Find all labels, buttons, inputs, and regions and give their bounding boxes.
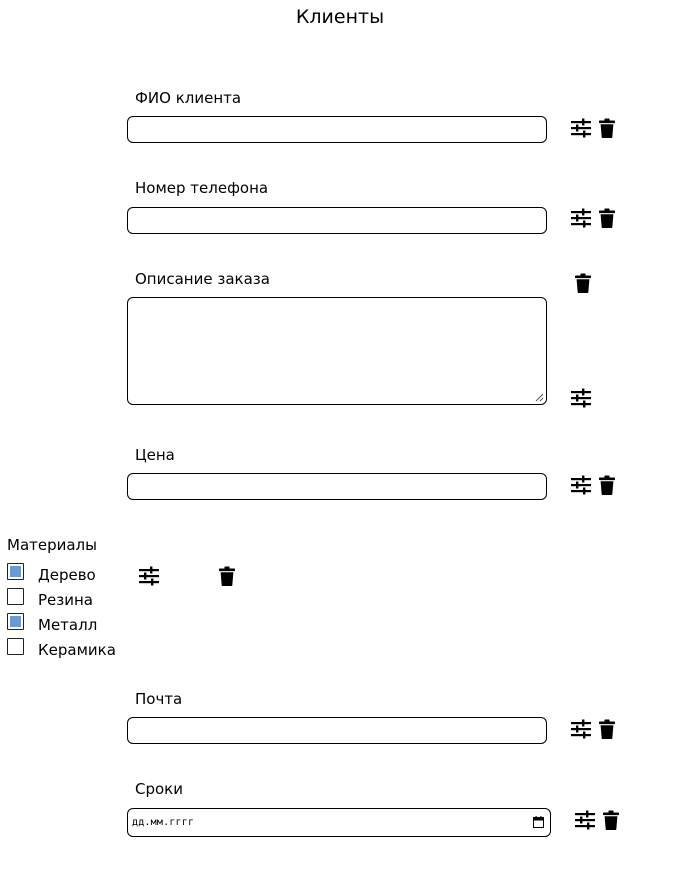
sliders-icon[interactable] — [574, 809, 596, 831]
email-label: Почта — [135, 690, 183, 708]
checkbox-rubber-label: Резина — [38, 591, 93, 609]
sliders-icon[interactable] — [570, 718, 592, 740]
resize-grip-icon[interactable] — [535, 393, 544, 402]
trash-icon[interactable] — [600, 809, 622, 831]
phone-input[interactable] — [127, 207, 547, 234]
sliders-icon[interactable] — [138, 565, 160, 587]
trash-icon[interactable] — [596, 474, 618, 496]
checkbox-wood[interactable] — [7, 563, 24, 580]
trash-icon[interactable] — [216, 565, 238, 587]
calendar-icon[interactable] — [533, 816, 544, 828]
description-label: Описание заказа — [135, 270, 270, 288]
phone-label: Номер телефона — [135, 179, 269, 197]
trash-icon[interactable] — [596, 207, 618, 229]
price-input[interactable] — [127, 473, 547, 500]
trash-icon[interactable] — [596, 718, 618, 740]
email-input[interactable] — [127, 717, 547, 744]
page-title: Клиенты — [295, 6, 385, 28]
checkbox-wood-label: Дерево — [38, 566, 96, 584]
deadline-label: Сроки — [135, 780, 183, 798]
deadline-date-input[interactable]: дд.мм.гггг — [127, 808, 551, 837]
sliders-icon[interactable] — [570, 207, 592, 229]
checkbox-rubber[interactable] — [7, 588, 24, 605]
sliders-icon[interactable] — [570, 117, 592, 139]
trash-icon[interactable] — [572, 272, 594, 294]
sliders-icon[interactable] — [570, 474, 592, 496]
fio-label: ФИО клиента — [135, 89, 242, 107]
price-label: Цена — [135, 446, 175, 464]
description-textarea[interactable] — [127, 297, 547, 405]
checkbox-ceramic[interactable] — [7, 638, 24, 655]
checkbox-ceramic-label: Керамика — [38, 641, 116, 659]
materials-label: Материалы — [7, 536, 97, 554]
trash-icon[interactable] — [596, 117, 618, 139]
checkbox-metal-label: Металл — [38, 616, 98, 634]
checkbox-metal[interactable] — [7, 613, 24, 630]
date-placeholder: дд.мм.гггг — [132, 817, 195, 828]
fio-input[interactable] — [127, 116, 547, 143]
sliders-icon[interactable] — [570, 387, 592, 409]
